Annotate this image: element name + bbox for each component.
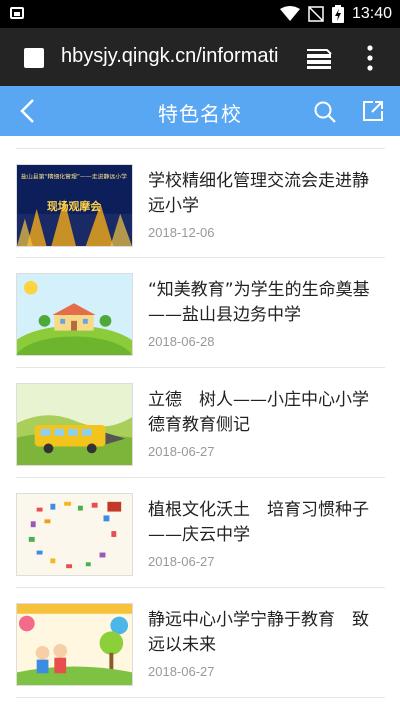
list-item[interactable]: 植根文化沃土 培育习惯种子——庆云中学 2018-06-27 (16, 478, 385, 588)
article-thumbnail (16, 273, 133, 356)
article-date: 2018-06-27 (148, 664, 215, 679)
status-bar: 13:40 (0, 0, 400, 28)
wifi-icon (279, 6, 300, 21)
list-item[interactable]: 盐山县第“精细化管理”——走进静远小学 现场观摩会 学校精细化管理交流会走进静远… (16, 148, 385, 258)
app-header: 特色名校 (0, 86, 400, 136)
article-thumbnail (16, 603, 133, 686)
article-title[interactable]: “知美教育”为学生的生命奠基——盐山县边务中学 (148, 278, 384, 328)
article-title[interactable]: 立德 树人——小庄中心小学德育教育侧记 (148, 388, 384, 438)
no-signal-icon (308, 6, 324, 22)
article-title[interactable]: 植根文化沃土 培育习惯种子——庆云中学 (148, 498, 384, 548)
page-title: 特色名校 (158, 102, 242, 126)
share-icon[interactable] (361, 99, 385, 123)
list-item[interactable]: 静远中心小学宁静于教育 致远以未来 2018-06-27 (16, 588, 385, 698)
article-list: 盐山县第“精细化管理”——走进静远小学 现场观摩会 学校精细化管理交流会走进静远… (16, 148, 385, 698)
article-title[interactable]: 静远中心小学宁静于教育 致远以未来 (148, 608, 384, 658)
article-date: 2018-06-28 (148, 334, 215, 349)
article-date: 2018-06-27 (148, 554, 215, 569)
clock: 13:40 (351, 5, 392, 22)
url-field[interactable]: hbysjy.qingk.cn/informati (61, 45, 281, 68)
thumbnail-banner: 现场观摩会 (47, 200, 101, 213)
thumbnail-caption: 盐山县第“精细化管理”——走进静远小学 (21, 173, 127, 181)
article-thumbnail (16, 493, 133, 576)
article-date: 2018-12-06 (148, 225, 215, 240)
overflow-menu-icon[interactable] (365, 45, 375, 71)
article-title[interactable]: 学校精细化管理交流会走进静远小学 (148, 169, 384, 219)
article-thumbnail (16, 383, 133, 466)
list-item[interactable]: 立德 树人——小庄中心小学德育教育侧记 2018-06-27 (16, 368, 385, 478)
image-notification-icon (10, 7, 24, 19)
search-icon[interactable] (313, 100, 337, 124)
article-thumbnail: 盐山县第“精细化管理”——走进静远小学 现场观摩会 (16, 164, 133, 247)
article-date: 2018-06-27 (148, 444, 215, 459)
browser-toolbar: hbysjy.qingk.cn/informati (0, 28, 400, 86)
tabs-icon[interactable] (305, 46, 333, 70)
battery-charging-icon (331, 5, 344, 23)
page-icon[interactable] (24, 48, 44, 68)
list-item[interactable]: “知美教育”为学生的生命奠基——盐山县边务中学 2018-06-28 (16, 258, 385, 368)
